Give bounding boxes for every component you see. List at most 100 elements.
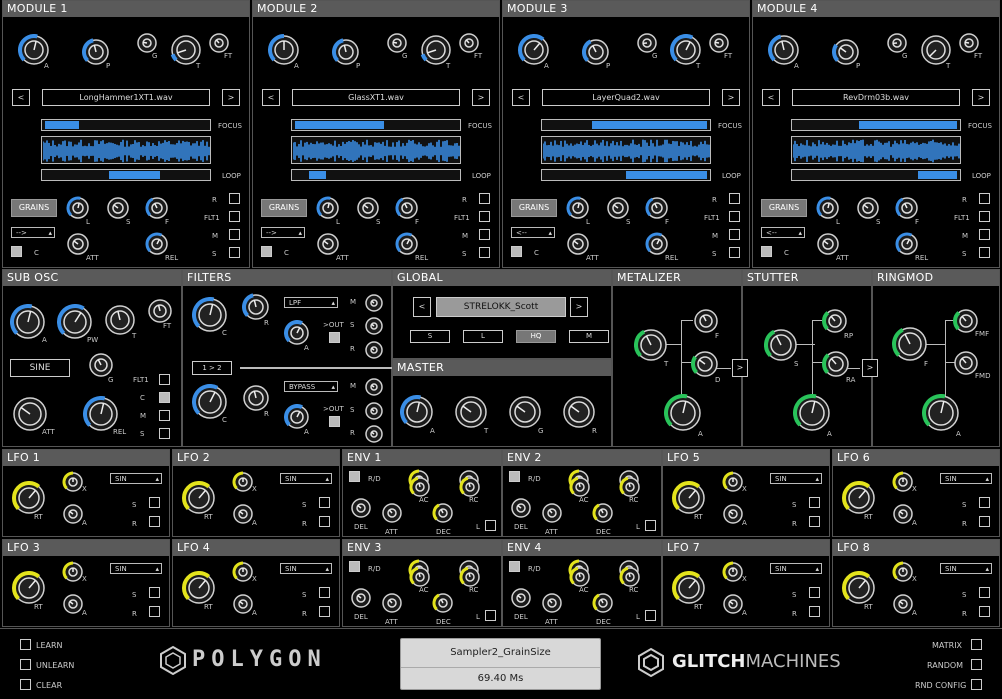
module-2-route-3-checkbox[interactable] — [479, 247, 490, 258]
module-4-c-checkbox[interactable] — [761, 246, 772, 257]
lfo-4-s-checkbox[interactable] — [319, 587, 330, 598]
env-2-att-knob[interactable] — [541, 502, 563, 524]
module-1-f-knob[interactable] — [145, 196, 169, 220]
subosc-route-1-checkbox[interactable] — [159, 392, 170, 403]
module-4-rel-knob[interactable] — [895, 232, 919, 256]
filter2-type-select[interactable]: BYPASS ▴ — [284, 381, 338, 392]
env-4-att-knob[interactable] — [541, 592, 563, 614]
module-3-g-knob[interactable] — [636, 32, 658, 54]
env-3-ac-knob[interactable] — [409, 566, 431, 588]
master-r-knob[interactable] — [562, 395, 596, 429]
subosc-att-knob[interactable] — [12, 396, 48, 432]
metalizer-d-knob[interactable] — [691, 350, 719, 378]
module-2-ft-knob[interactable] — [458, 32, 480, 54]
env-1-ac-knob[interactable] — [409, 476, 431, 498]
filter2-r-knob[interactable] — [242, 384, 270, 412]
module-1-next-button[interactable]: > — [222, 89, 240, 106]
module-4-next-button[interactable]: > — [972, 89, 990, 106]
env-3-l-checkbox[interactable] — [485, 610, 496, 621]
module-3-route-3-checkbox[interactable] — [729, 247, 740, 258]
module-4-route-3-checkbox[interactable] — [979, 247, 990, 258]
module-4-att-knob[interactable] — [816, 232, 840, 256]
global-hq-button[interactable]: HQ — [516, 330, 556, 343]
lfo-7-r-checkbox[interactable] — [809, 606, 820, 617]
module-2-route-0-checkbox[interactable] — [479, 193, 490, 204]
env-3-del-knob[interactable] — [350, 587, 372, 609]
lfo-4-wave-select[interactable]: SIN ▴ — [280, 563, 332, 574]
module-3-grains-button[interactable]: GRAINS — [511, 199, 557, 217]
env-2-dec-knob[interactable] — [592, 502, 614, 524]
rnd-config-checkbox[interactable] — [971, 679, 982, 690]
global-s-button[interactable]: S — [410, 330, 450, 343]
subosc-wave-select[interactable]: SINE — [10, 359, 70, 377]
lfo-3-a-knob[interactable] — [62, 593, 84, 615]
env-1-rc-knob[interactable] — [459, 476, 481, 498]
lfo-4-x-knob[interactable] — [232, 561, 254, 583]
module-2-grains-button[interactable]: GRAINS — [261, 199, 307, 217]
filter1-r-knob[interactable] — [242, 293, 270, 321]
lfo-2-wave-select[interactable]: SIN ▴ — [280, 473, 332, 484]
filter-route-button[interactable]: 1 > 2 — [192, 361, 232, 375]
subosc-g-knob[interactable] — [88, 352, 114, 378]
module-1-direction-select[interactable]: --> ▴ — [11, 227, 55, 238]
module-1-prev-button[interactable]: < — [12, 89, 30, 106]
module-1-route-1-checkbox[interactable] — [229, 211, 240, 222]
lfo-2-a-knob[interactable] — [232, 503, 254, 525]
module-3-c-checkbox[interactable] — [511, 246, 522, 257]
lfo-1-a-knob[interactable] — [62, 503, 84, 525]
env-3-dec-knob[interactable] — [432, 592, 454, 614]
module-2-route-1-checkbox[interactable] — [479, 211, 490, 222]
lfo-6-x-knob[interactable] — [892, 471, 914, 493]
module-3-route-2-checkbox[interactable] — [729, 229, 740, 240]
module-4-s-knob[interactable] — [856, 196, 880, 220]
module-4-grains-button[interactable]: GRAINS — [761, 199, 807, 217]
global-prev-button[interactable]: < — [413, 297, 431, 317]
filter1-route-2-knob[interactable] — [364, 340, 384, 360]
filter1-out-checkbox[interactable] — [329, 332, 340, 343]
module-3-loop-bar[interactable] — [541, 169, 711, 181]
subosc-rel-knob[interactable] — [83, 396, 119, 432]
lfo-8-s-checkbox[interactable] — [979, 587, 990, 598]
env-1-dec-knob[interactable] — [432, 502, 454, 524]
env-2-l-checkbox[interactable] — [645, 520, 656, 531]
learn-checkbox[interactable] — [20, 639, 31, 650]
module-2-l-knob[interactable] — [316, 196, 340, 220]
lfo-5-x-knob[interactable] — [722, 471, 744, 493]
module-3-prev-button[interactable]: < — [512, 89, 530, 106]
lfo-3-x-knob[interactable] — [62, 561, 84, 583]
metalizer-t-knob[interactable] — [634, 328, 668, 362]
ringmod-a-knob[interactable] — [922, 394, 960, 432]
lfo-2-s-checkbox[interactable] — [319, 497, 330, 508]
module-1-c-checkbox[interactable] — [11, 246, 22, 257]
lfo-6-r-checkbox[interactable] — [979, 516, 990, 527]
filter1-route-1-knob[interactable] — [364, 316, 384, 336]
module-1-s-knob[interactable] — [106, 196, 130, 220]
lfo-5-a-knob[interactable] — [722, 503, 744, 525]
module-2-route-2-checkbox[interactable] — [479, 229, 490, 240]
lfo-1-r-checkbox[interactable] — [149, 516, 160, 527]
env-2-rd-checkbox[interactable] — [509, 471, 520, 482]
master-t-knob[interactable] — [454, 395, 488, 429]
matrix-checkbox[interactable] — [971, 639, 982, 650]
stutter-s-knob[interactable] — [764, 328, 798, 362]
env-1-del-knob[interactable] — [350, 497, 372, 519]
module-1-ft-knob[interactable] — [208, 32, 230, 54]
lfo-6-s-checkbox[interactable] — [979, 497, 990, 508]
unlearn-checkbox[interactable] — [20, 659, 31, 670]
stutter-a-knob[interactable] — [793, 394, 831, 432]
module-1-route-3-checkbox[interactable] — [229, 247, 240, 258]
stutter-ra-knob[interactable] — [822, 350, 850, 378]
lfo-8-wave-select[interactable]: SIN ▴ — [940, 563, 992, 574]
module-3-f-knob[interactable] — [645, 196, 669, 220]
lfo-4-rt-knob[interactable] — [182, 571, 216, 605]
env-4-rc-knob[interactable] — [619, 566, 641, 588]
env-4-l-checkbox[interactable] — [645, 610, 656, 621]
lfo-3-r-checkbox[interactable] — [149, 606, 160, 617]
subosc-a-knob[interactable] — [10, 304, 46, 340]
random-checkbox[interactable] — [971, 659, 982, 670]
lfo-3-s-checkbox[interactable] — [149, 587, 160, 598]
module-2-prev-button[interactable]: < — [262, 89, 280, 106]
module-4-g-knob[interactable] — [886, 32, 908, 54]
env-3-att-knob[interactable] — [381, 592, 403, 614]
module-1-focus-bar[interactable] — [41, 119, 211, 131]
